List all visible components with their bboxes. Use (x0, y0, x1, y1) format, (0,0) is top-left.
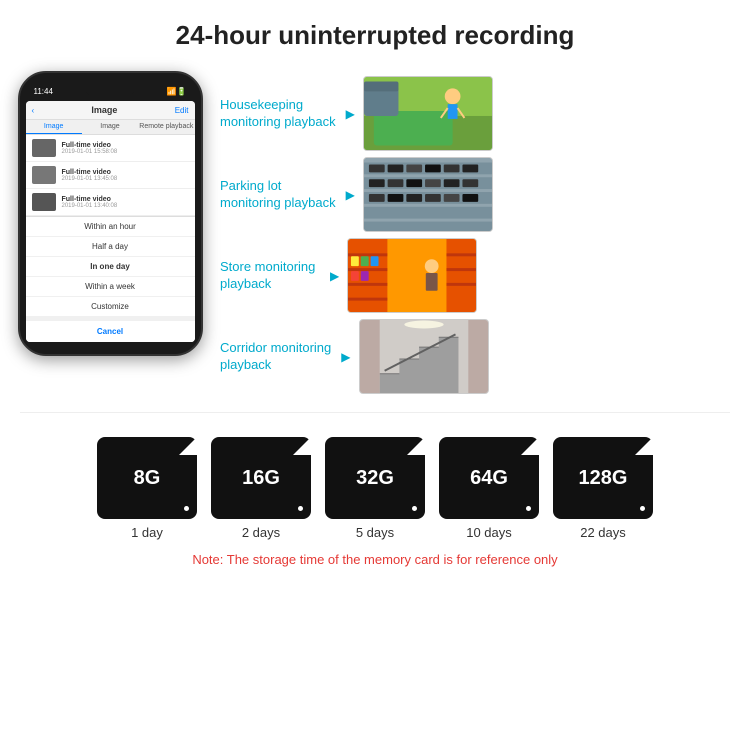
house-img-placeholder (364, 77, 492, 150)
phone-top-bar: 11:44 📶🔋 (26, 85, 195, 101)
sdcard-64g-dot (526, 506, 531, 511)
phone-thumb-2 (32, 166, 56, 184)
phone-tabs: Image Image Remote playback (26, 120, 195, 135)
phone-notch (85, 85, 135, 97)
section-divider (20, 412, 730, 413)
monitoring-image-housekeeping (363, 76, 493, 151)
sdcard-32g-dot (412, 506, 417, 511)
phone-list-item-2: Full-time video 2019-01-01 13:45:08 (26, 162, 195, 189)
parking-img-placeholder (364, 158, 492, 231)
phone-item-info-2: Full-time video 2019-01-01 13:45:08 (62, 169, 118, 182)
phone-list-item-3: Full-time video 2019-01-01 13:40:08 (26, 189, 195, 216)
arrow-icon-2: ▶ (346, 188, 355, 202)
phone-tab-image[interactable]: Image (26, 120, 82, 134)
sdcard-16g-days: 2 days (242, 525, 280, 540)
main-title: 24-hour uninterrupted recording (20, 20, 730, 51)
sdcard-8g: 8G (97, 437, 197, 519)
arrow-icon-1: ▶ (346, 107, 355, 121)
phone-item-date-2: 2019-01-01 13:45:08 (62, 176, 118, 182)
sdcard-64g: 64G (439, 437, 539, 519)
monitoring-list: Housekeepingmonitoring playback ▶ (220, 71, 730, 394)
arrow-icon-3: ▶ (330, 269, 339, 283)
phone-time: 11:44 (34, 87, 53, 96)
dropdown-item-week[interactable]: Within a week (26, 277, 195, 297)
monitoring-item-store: Store monitoringplayback ▶ (220, 238, 730, 313)
sdcard-8g-days: 1 day (131, 525, 163, 540)
monitoring-image-parking (363, 157, 493, 232)
sdcard-128g-label: 128G (579, 467, 628, 490)
phone-container: 11:44 📶🔋 ‹ Image Edit Image Image Remote… (10, 71, 210, 356)
phone-screen-title: Image (34, 105, 175, 115)
phone-list-item-1: Full-time video 2019-01-01 15:58:08 (26, 135, 195, 162)
phone-thumb-1 (32, 139, 56, 157)
phone-item-title-3: Full-time video (62, 196, 118, 203)
sdcard-row: 8G 1 day 16G 2 days 32G 5 days 64G (97, 437, 653, 540)
dropdown-cancel-btn[interactable]: Cancel (26, 317, 195, 342)
arrow-icon-4: ▶ (341, 350, 350, 364)
connector-corridor: ▶ (339, 350, 350, 364)
monitoring-item-parking: Parking lotmonitoring playback ▶ (220, 157, 730, 232)
phone-screen-header: ‹ Image Edit (26, 101, 195, 120)
monitoring-item-housekeeping: Housekeepingmonitoring playback ▶ (220, 76, 730, 151)
connector-housekeeping: ▶ (344, 107, 355, 121)
note-text: Note: The storage time of the memory car… (192, 552, 557, 567)
phone-dropdown: Within an hour Half a day In one day Wit… (26, 216, 195, 342)
phone-item-date-3: 2019-01-01 13:40:08 (62, 203, 118, 209)
dropdown-item-halfday[interactable]: Half a day (26, 237, 195, 257)
monitoring-label-housekeeping: Housekeepingmonitoring playback (220, 97, 336, 131)
sdcard-128g-days: 22 days (580, 525, 626, 540)
sdcard-item-8g: 8G 1 day (97, 437, 197, 540)
sdcard-8g-dot (184, 506, 189, 511)
sdcard-128g: 128G (553, 437, 653, 519)
sdcard-item-32g: 32G 5 days (325, 437, 425, 540)
sdcard-64g-label: 64G (470, 467, 508, 490)
phone-thumb-3 (32, 193, 56, 211)
connector-parking: ▶ (344, 188, 355, 202)
connector-store: ▶ (328, 269, 339, 283)
monitoring-label-store: Store monitoringplayback (220, 259, 320, 293)
sdcard-32g: 32G (325, 437, 425, 519)
sdcard-16g: 16G (211, 437, 311, 519)
phone-screen: ‹ Image Edit Image Image Remote playback… (26, 101, 195, 342)
sdcard-128g-dot (640, 506, 645, 511)
sdcard-item-128g: 128G 22 days (553, 437, 653, 540)
corridor-img-placeholder (360, 320, 488, 393)
store-img-placeholder (348, 239, 476, 312)
sdcard-64g-days: 10 days (466, 525, 512, 540)
phone-tab-image2[interactable]: Image (82, 120, 138, 134)
monitoring-label-corridor: Corridor monitoringplayback (220, 340, 331, 374)
title-section: 24-hour uninterrupted recording (0, 0, 750, 61)
phone-item-date-1: 2019-01-01 15:58:08 (62, 149, 118, 155)
sdcard-8g-label: 8G (134, 467, 161, 490)
sdcard-item-64g: 64G 10 days (439, 437, 539, 540)
sdcard-32g-days: 5 days (356, 525, 394, 540)
monitoring-image-store (347, 238, 477, 313)
phone-signal: 📶🔋 (167, 87, 187, 96)
sdcard-32g-label: 32G (356, 467, 394, 490)
phone-edit-btn[interactable]: Edit (175, 106, 189, 115)
sdcard-16g-label: 16G (242, 467, 280, 490)
phone-item-title-1: Full-time video (62, 142, 118, 149)
sdcard-16g-dot (298, 506, 303, 511)
phone-tab-remote[interactable]: Remote playback (138, 120, 194, 134)
sdcard-section: 8G 1 day 16G 2 days 32G 5 days 64G (0, 421, 750, 575)
phone-item-info-3: Full-time video 2019-01-01 13:40:08 (62, 196, 118, 209)
monitoring-item-corridor: Corridor monitoringplayback ▶ (220, 319, 730, 394)
monitoring-label-parking: Parking lotmonitoring playback (220, 178, 336, 212)
middle-section: 11:44 📶🔋 ‹ Image Edit Image Image Remote… (0, 61, 750, 404)
phone-mockup: 11:44 📶🔋 ‹ Image Edit Image Image Remote… (18, 71, 203, 356)
phone-item-info-1: Full-time video 2019-01-01 15:58:08 (62, 142, 118, 155)
monitoring-image-corridor (359, 319, 489, 394)
sdcard-item-16g: 16G 2 days (211, 437, 311, 540)
dropdown-item-customize[interactable]: Customize (26, 297, 195, 317)
phone-item-title-2: Full-time video (62, 169, 118, 176)
dropdown-item-oneday[interactable]: In one day (26, 257, 195, 277)
dropdown-item-hour[interactable]: Within an hour (26, 217, 195, 237)
